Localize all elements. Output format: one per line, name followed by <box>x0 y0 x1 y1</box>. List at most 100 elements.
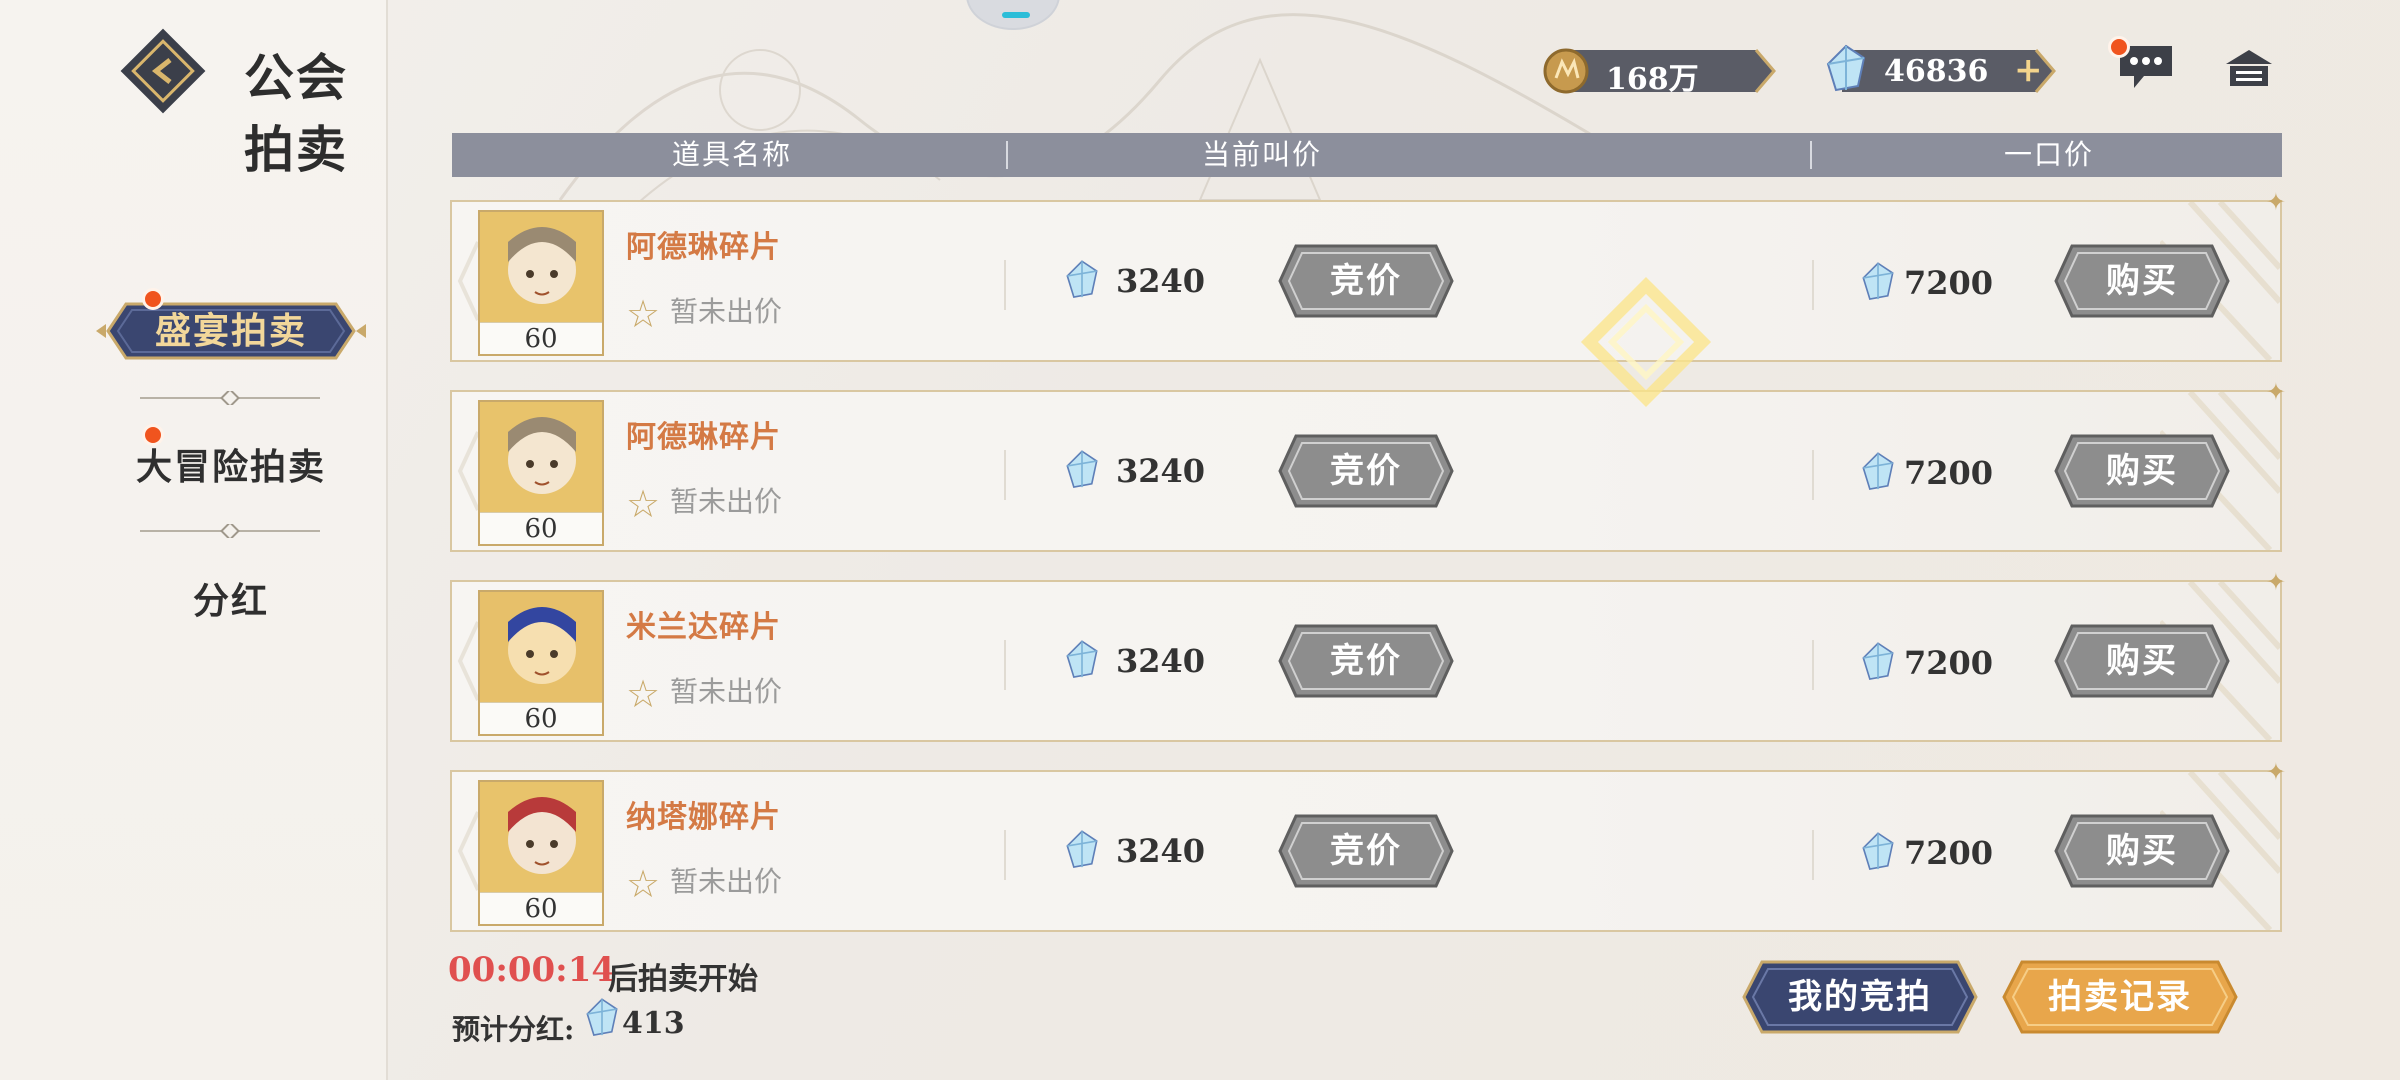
row-separator <box>1812 640 1814 690</box>
gem-icon <box>1066 830 1098 869</box>
buy-button-label: 购买 <box>2106 451 2178 491</box>
row-separator <box>1004 830 1006 880</box>
table-row: ✦ 60 米兰达碎片 ☆ 暂未出价 3240 竞价 7200 购买 <box>450 568 2286 742</box>
bid-status-text: 暂未出价 <box>670 295 783 328</box>
item-name: 阿德琳碎片 <box>626 420 781 455</box>
gem-icon <box>1862 832 1894 871</box>
sidebar-divider <box>140 391 320 405</box>
sidebar-divider <box>140 524 320 538</box>
corner-star-icon: ✦ <box>2265 188 2286 216</box>
current-bid-price: 3240 <box>1116 832 1206 870</box>
current-bid-price: 3240 <box>1116 452 1206 490</box>
character-portrait-icon <box>480 782 602 892</box>
gem-icon <box>586 998 618 1037</box>
home-icon[interactable] <box>2222 46 2276 90</box>
buy-button[interactable]: 购买 <box>2052 810 2232 892</box>
star-outline-icon: ☆ <box>626 291 661 336</box>
my-bids-button[interactable]: 我的竞拍 <box>1740 956 1980 1038</box>
character-portrait-icon <box>480 402 602 512</box>
row-separator <box>1812 450 1814 500</box>
item-name: 纳塔娜碎片 <box>626 800 781 835</box>
bid-status-text: 暂未出价 <box>670 865 783 898</box>
add-gem-button[interactable]: + <box>2014 50 2043 90</box>
bid-status-text: 暂未出价 <box>670 675 783 708</box>
item-avatar[interactable]: 60 <box>478 400 604 546</box>
table-row: ✦ 60 阿德琳碎片 ☆ 暂未出价 3240 竞价 7200 购买 <box>450 188 2286 362</box>
sidebar-item-label: 盛宴拍卖 <box>154 310 307 352</box>
item-avatar[interactable]: 60 <box>478 590 604 736</box>
gem-icon <box>1066 450 1098 489</box>
column-header-current-bid: 当前叫价 <box>1201 138 1322 171</box>
bid-button-label: 竞价 <box>1330 451 1402 491</box>
buy-button[interactable]: 购买 <box>2052 430 2232 512</box>
buy-button[interactable]: 购买 <box>2052 240 2232 322</box>
notification-dot <box>142 288 164 310</box>
notification-dot <box>142 424 164 446</box>
header-separator <box>1006 141 1008 169</box>
bid-button-label: 竞价 <box>1330 831 1402 871</box>
gem-currency-display[interactable]: 46836 + <box>1822 44 2058 96</box>
star-outline-icon: ☆ <box>626 481 661 526</box>
sidebar-item-adventure-auction[interactable]: 大冒险拍卖 <box>96 438 366 490</box>
bid-button[interactable]: 竞价 <box>1276 430 1456 512</box>
row-separator <box>1812 830 1814 880</box>
countdown-suffix: 后拍卖开始 <box>608 962 758 997</box>
tap-indicator-icon <box>1580 276 1712 408</box>
dividend-value: 413 <box>622 1006 685 1041</box>
bid-button[interactable]: 竞价 <box>1276 620 1456 702</box>
gem-icon <box>1862 642 1894 681</box>
item-quantity: 60 <box>480 322 602 354</box>
auction-countdown: 00:00:14 <box>448 950 616 990</box>
bid-button[interactable]: 竞价 <box>1276 810 1456 892</box>
gold-coin-icon <box>1543 48 1589 94</box>
row-separator <box>1004 450 1006 500</box>
column-header-item-name: 道具名称 <box>671 138 792 171</box>
gold-currency-display[interactable]: 168万 <box>1542 46 1778 97</box>
bid-status: ☆ 暂未出价 <box>626 860 782 906</box>
guild-logo-icon[interactable] <box>118 26 208 116</box>
buy-button-label: 购买 <box>2106 261 2178 301</box>
row-separator <box>1004 640 1006 690</box>
buyout-price: 7200 <box>1904 644 1994 682</box>
character-portrait-icon <box>480 212 602 322</box>
auction-record-button[interactable]: 拍卖记录 <box>2000 956 2240 1038</box>
item-avatar[interactable]: 60 <box>478 210 604 356</box>
bid-button-label: 竞价 <box>1330 261 1402 301</box>
star-outline-icon: ☆ <box>626 671 661 716</box>
bid-status: ☆ 暂未出价 <box>626 290 782 336</box>
buyout-price: 7200 <box>1904 264 1994 302</box>
notification-dot <box>2108 36 2130 58</box>
column-header-buyout: 一口价 <box>2003 138 2094 171</box>
bid-button[interactable]: 竞价 <box>1276 240 1456 322</box>
item-quantity: 60 <box>480 512 602 544</box>
gem-icon <box>1862 262 1894 301</box>
page-title: 公会拍卖 <box>244 48 348 179</box>
dividend-label: 预计分红: <box>452 1013 575 1046</box>
item-name: 阿德琳碎片 <box>626 230 781 265</box>
table-header: 道具名称 当前叫价 一口价 <box>452 133 2282 177</box>
header-separator <box>1810 141 1812 169</box>
corner-star-icon: ✦ <box>2265 758 2286 786</box>
bid-button-label: 竞价 <box>1330 641 1402 681</box>
sidebar-item-dividend[interactable]: 分红 <box>96 572 366 624</box>
item-avatar[interactable]: 60 <box>478 780 604 926</box>
gem-icon <box>1862 452 1894 491</box>
gem-icon <box>1826 44 1866 92</box>
table-row: ✦ 60 纳塔娜碎片 ☆ 暂未出价 3240 竞价 7200 购买 <box>450 758 2286 932</box>
gem-icon <box>1066 640 1098 679</box>
character-portrait-icon <box>480 592 602 702</box>
star-outline-icon: ☆ <box>626 861 661 906</box>
buy-button-label: 购买 <box>2106 831 2178 871</box>
bid-status: ☆ 暂未出价 <box>626 480 782 526</box>
buy-button[interactable]: 购买 <box>2052 620 2232 702</box>
corner-star-icon: ✦ <box>2265 568 2286 596</box>
item-quantity: 60 <box>480 892 602 924</box>
bid-status: ☆ 暂未出价 <box>626 670 782 716</box>
corner-star-icon: ✦ <box>2265 378 2286 406</box>
gem-icon <box>1066 260 1098 299</box>
item-quantity: 60 <box>480 702 602 734</box>
bid-status-text: 暂未出价 <box>670 485 783 518</box>
sidebar-item-feast-auction[interactable]: 盛宴拍卖 <box>96 300 366 362</box>
table-row: ✦ 60 阿德琳碎片 ☆ 暂未出价 3240 竞价 7200 购买 <box>450 378 2286 552</box>
sidebar: 公会拍卖 盛宴拍卖 大冒险拍卖 分红 <box>0 0 388 1080</box>
